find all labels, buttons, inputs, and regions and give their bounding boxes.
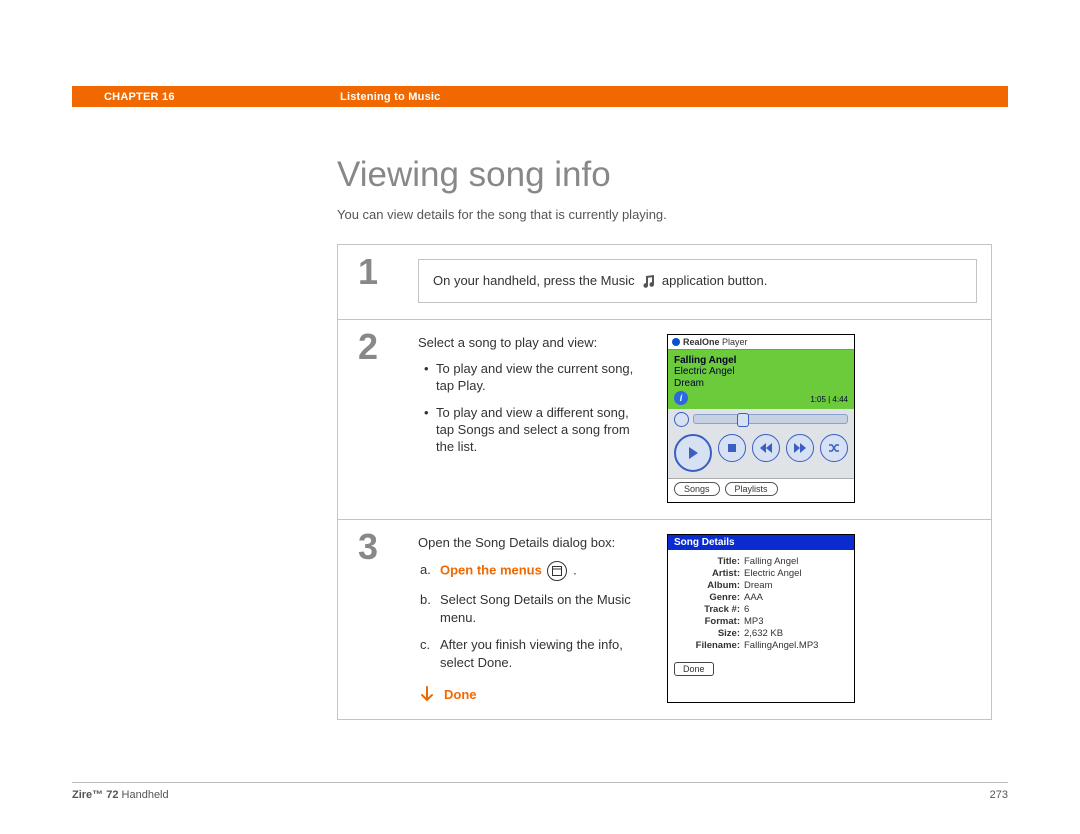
step-2-intro: Select a song to play and view:	[418, 334, 643, 352]
prev-button	[752, 434, 780, 462]
page-intro: You can view details for the song that i…	[337, 207, 992, 222]
done-button: Done	[674, 662, 714, 676]
step-2-bullet: To play and view a different song, tap S…	[424, 405, 643, 456]
step-1: 1 On your handheld, press the Music appl…	[338, 245, 991, 320]
step-1-text: On your handheld, press the Music applic…	[418, 259, 977, 303]
speaker-icon	[674, 412, 689, 427]
step-3-substep: c. After you finish viewing the info, se…	[420, 636, 643, 671]
volume-row	[668, 409, 854, 430]
step-2: 2 Select a song to play and view: To pla…	[338, 320, 991, 520]
chapter-header: CHAPTER 16 Listening to Music	[72, 86, 1008, 107]
play-button	[674, 434, 712, 472]
menu-icon	[547, 561, 567, 581]
step-number: 3	[338, 520, 410, 720]
dialog-title: Song Details	[668, 535, 854, 550]
step-number: 1	[338, 245, 410, 319]
open-menus-link[interactable]: Open the menus	[440, 563, 542, 578]
section-label: Listening to Music	[340, 91, 1008, 103]
playlists-tab: Playlists	[725, 482, 778, 496]
step-3-substep: a. Open the menus .	[420, 561, 643, 581]
info-icon: i	[674, 391, 688, 405]
step-3: 3 Open the Song Details dialog box: a. O…	[338, 520, 991, 720]
player-logo-icon	[672, 338, 680, 346]
volume-slider	[693, 414, 848, 424]
page-number: 273	[990, 789, 1008, 801]
song-details-dialog-mock: Song Details Title:Falling Angel Artist:…	[667, 534, 855, 704]
arrow-down-icon	[418, 685, 436, 703]
realone-player-mock: RealOne Player Falling Angel Electric An…	[667, 334, 855, 503]
songs-tab: Songs	[674, 482, 720, 496]
product-name: Zire™ 72 Handheld	[72, 789, 169, 801]
player-titlebar: RealOne Player	[668, 335, 854, 350]
player-display: Falling Angel Electric Angel Dream i 1:0…	[668, 350, 854, 409]
chapter-label: CHAPTER 16	[72, 91, 340, 103]
page-footer: Zire™ 72 Handheld 273	[72, 782, 1008, 801]
stop-button	[718, 434, 746, 462]
steps-container: 1 On your handheld, press the Music appl…	[337, 244, 992, 720]
done-indicator: Done	[418, 685, 643, 703]
page-title: Viewing song info	[337, 155, 992, 195]
step-2-bullet: To play and view the current song, tap P…	[424, 361, 643, 395]
step-number: 2	[338, 320, 410, 519]
next-button	[786, 434, 814, 462]
step-3-substep: b. Select Song Details on the Music menu…	[420, 591, 643, 626]
shuffle-button	[820, 434, 848, 462]
music-icon	[640, 275, 656, 289]
step-3-intro: Open the Song Details dialog box:	[418, 534, 643, 552]
